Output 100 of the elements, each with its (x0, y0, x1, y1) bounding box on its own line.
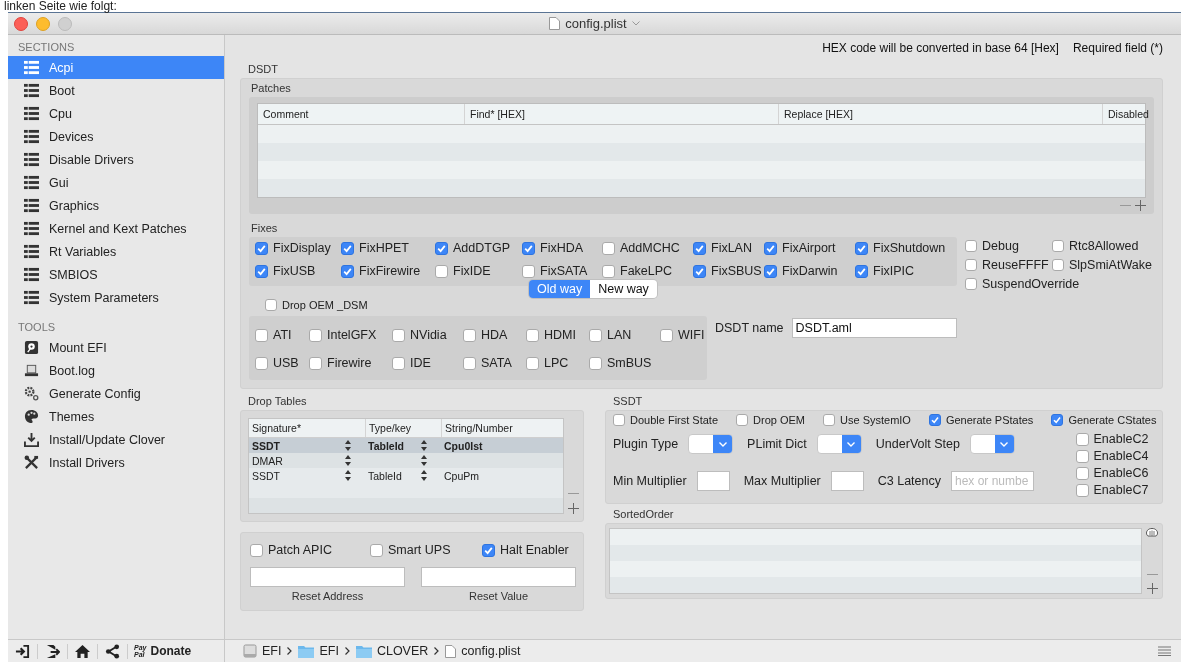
checkbox[interactable] (526, 328, 539, 342)
stepper-icon[interactable] (421, 470, 427, 481)
checkbox[interactable] (764, 264, 777, 278)
column-header[interactable]: Signature* (249, 419, 365, 437)
checkbox[interactable] (660, 328, 673, 342)
checkbox[interactable] (255, 328, 268, 342)
sidebar-item[interactable]: Disable Drivers (8, 148, 224, 171)
table-row[interactable]: DMAR (249, 453, 563, 468)
input-field[interactable] (830, 471, 864, 491)
checkbox[interactable] (965, 278, 977, 290)
sidebar-item[interactable]: Generate Config (8, 382, 224, 405)
checkbox[interactable] (965, 259, 977, 271)
checkbox[interactable] (435, 241, 448, 255)
dsdt-name-field[interactable]: DSDT.aml (791, 318, 957, 338)
checkbox[interactable] (255, 241, 268, 255)
checkbox[interactable] (855, 264, 868, 278)
checkbox[interactable] (265, 299, 277, 311)
stepper-icon[interactable] (345, 470, 351, 481)
checkbox[interactable] (764, 241, 777, 255)
checkbox[interactable] (1075, 449, 1089, 463)
checkbox[interactable] (392, 328, 405, 342)
add-icon[interactable] (1135, 200, 1146, 211)
add-icon[interactable] (568, 503, 579, 514)
sidebar-item[interactable]: Graphics (8, 194, 224, 217)
checkbox[interactable] (602, 264, 615, 278)
column-header[interactable]: Replace [HEX] (778, 104, 1102, 124)
checkbox[interactable] (526, 356, 539, 370)
sidebar-item[interactable]: Devices (8, 125, 224, 148)
sidebar-item[interactable]: Install Drivers (8, 451, 224, 474)
checkbox[interactable] (250, 543, 263, 557)
checkbox[interactable] (463, 356, 476, 370)
checkbox[interactable] (522, 241, 535, 255)
checkbox[interactable] (1075, 483, 1089, 497)
column-header[interactable]: String/Number (441, 419, 563, 437)
checkbox[interactable] (1075, 432, 1089, 446)
sidebar-item[interactable]: SMBIOS (8, 263, 224, 286)
dropdown[interactable] (816, 434, 862, 454)
minimize-button[interactable] (36, 16, 50, 31)
checkbox[interactable] (392, 356, 405, 370)
checkbox[interactable] (965, 240, 977, 252)
sidebar-item[interactable]: Mount EFI (8, 336, 224, 359)
menu-icon[interactable] (1158, 646, 1171, 656)
checkbox[interactable] (823, 414, 835, 426)
sidebar-item[interactable]: Rt Variables (8, 240, 224, 263)
path-item[interactable]: EFI (262, 644, 282, 658)
checkbox[interactable] (370, 543, 383, 557)
mode-toggle[interactable]: New way (590, 280, 657, 298)
sidebar-item[interactable]: Kernel and Kext Patches (8, 217, 224, 240)
sidebar-item[interactable]: System Parameters (8, 286, 224, 309)
checkbox[interactable] (309, 328, 322, 342)
checkbox[interactable] (736, 414, 749, 426)
dropdown[interactable] (688, 434, 734, 454)
sidebar-item[interactable]: Boot.log (8, 359, 224, 382)
table-row[interactable]: SSDT TableId Cpu0Ist (249, 438, 563, 453)
checkbox[interactable] (602, 241, 615, 255)
checkbox[interactable] (522, 264, 535, 278)
checkbox[interactable] (341, 241, 354, 255)
stepper-icon[interactable] (421, 440, 427, 451)
path-item[interactable]: EFI (319, 644, 339, 658)
mode-toggle[interactable]: Old way (529, 280, 591, 298)
sidebar-item[interactable]: Themes (8, 405, 224, 428)
input-field[interactable] (250, 567, 405, 587)
chevron-down-icon[interactable] (631, 21, 640, 26)
stepper-icon[interactable] (345, 440, 351, 451)
sidebar-item[interactable]: Cpu (8, 102, 224, 125)
checkbox[interactable] (693, 241, 706, 255)
checkbox[interactable] (855, 241, 868, 255)
dropdown[interactable] (969, 434, 1015, 454)
input-field[interactable] (696, 471, 730, 491)
stepper-icon[interactable] (345, 455, 351, 466)
input-field[interactable]: hex or numbe (951, 471, 1034, 491)
zoom-button[interactable] (58, 16, 72, 31)
checkbox[interactable] (1075, 466, 1089, 480)
checkbox[interactable] (589, 356, 602, 370)
checkbox[interactable] (693, 264, 706, 278)
column-header[interactable]: Disabled (1102, 104, 1154, 124)
add-icon[interactable] (1146, 583, 1158, 594)
checkbox[interactable] (482, 543, 495, 557)
sidebar-item[interactable]: Install/Update Clover (8, 428, 224, 451)
checkbox[interactable] (1051, 414, 1064, 426)
column-header[interactable]: Find* [HEX] (464, 104, 778, 124)
path-item[interactable]: config.plist (461, 644, 521, 658)
close-button[interactable] (14, 16, 28, 31)
checkbox[interactable] (463, 328, 476, 342)
checkbox[interactable] (928, 414, 941, 426)
input-field[interactable] (421, 567, 576, 587)
sidebar-item[interactable]: Acpi (8, 56, 224, 79)
sidebar-item[interactable]: Boot (8, 79, 224, 102)
sidebar-item[interactable]: Gui (8, 171, 224, 194)
checkbox[interactable] (309, 356, 322, 370)
column-header[interactable]: Type/key (365, 419, 441, 437)
checkbox[interactable] (255, 356, 268, 370)
checkbox[interactable] (255, 264, 268, 278)
checkbox[interactable] (589, 328, 602, 342)
checkbox[interactable] (1052, 240, 1064, 252)
checkbox[interactable] (1052, 259, 1064, 271)
stepper-icon[interactable] (421, 455, 427, 466)
path-item[interactable]: CLOVER (376, 644, 429, 658)
checkbox[interactable] (613, 414, 625, 426)
checkbox[interactable] (435, 264, 448, 278)
